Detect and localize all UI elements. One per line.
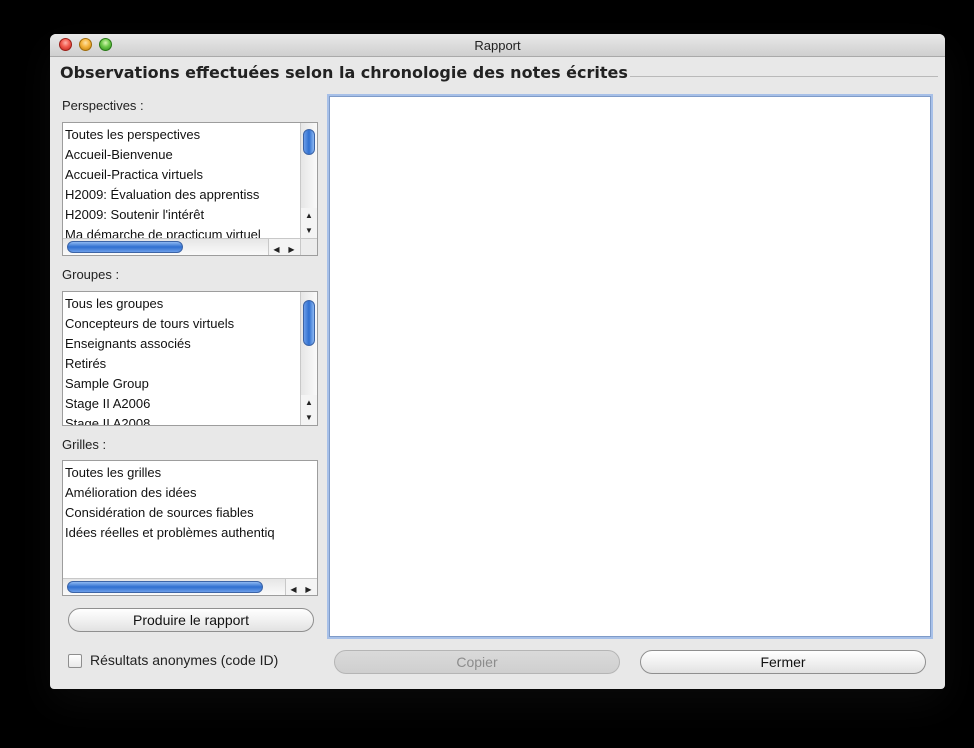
copy-button[interactable]: Copier — [334, 650, 620, 674]
grilles-horizontal-scroll-thumb[interactable] — [67, 581, 263, 593]
grilles-items: Toutes les grilles Amélioration des idée… — [65, 463, 315, 543]
list-item[interactable]: Accueil-Practica virtuels — [65, 165, 297, 185]
grilles-horizontal-scrollbar[interactable] — [63, 578, 317, 595]
grilles-label: Grilles : — [62, 437, 107, 452]
scroll-left-icon[interactable]: ◀ — [286, 582, 301, 595]
groupes-list[interactable]: Tous les groupes Concepteurs de tours vi… — [62, 291, 318, 426]
list-item[interactable]: Toutes les grilles — [65, 463, 315, 483]
perspectives-label: Perspectives : — [62, 98, 144, 113]
list-item[interactable]: Concepteurs de tours virtuels — [65, 314, 297, 334]
groupes-vertical-scroll-thumb[interactable] — [303, 300, 315, 346]
list-item[interactable]: Stage II A2006 — [65, 394, 297, 414]
scroll-up-icon[interactable]: ▲ — [301, 395, 317, 410]
perspectives-items: Toutes les perspectives Accueil-Bienvenu… — [65, 125, 297, 245]
list-item[interactable]: Enseignants associés — [65, 334, 297, 354]
list-item[interactable]: H2009: Soutenir l'intérêt — [65, 205, 297, 225]
title-bar[interactable]: Rapport — [50, 34, 945, 57]
scroll-right-icon[interactable]: ▶ — [284, 242, 299, 255]
produce-report-button[interactable]: Produire le rapport — [68, 608, 314, 632]
list-item[interactable]: Sample Group — [65, 374, 297, 394]
list-item[interactable]: Tous les groupes — [65, 294, 297, 314]
groupes-vertical-arrows[interactable]: ▲ ▼ — [300, 395, 317, 425]
scroll-down-icon[interactable]: ▼ — [301, 410, 317, 425]
report-window: Rapport Observations effectuées selon la… — [50, 34, 945, 689]
perspectives-horizontal-arrows[interactable]: ◀ ▶ — [268, 238, 300, 255]
grilles-list[interactable]: Toutes les grilles Amélioration des idée… — [62, 460, 318, 596]
perspectives-list[interactable]: Toutes les perspectives Accueil-Bienvenu… — [62, 122, 318, 256]
anonymous-results-checkbox[interactable] — [68, 654, 82, 668]
list-item[interactable]: Amélioration des idées — [65, 483, 315, 503]
scroll-right-icon[interactable]: ▶ — [301, 582, 316, 595]
list-item[interactable]: Retirés — [65, 354, 297, 374]
groupes-items: Tous les groupes Concepteurs de tours vi… — [65, 294, 297, 425]
list-item[interactable]: Considération de sources fiables — [65, 503, 315, 523]
perspectives-horizontal-scroll-thumb[interactable] — [67, 241, 183, 253]
list-item[interactable]: H2009: Évaluation des apprentiss — [65, 185, 297, 205]
perspectives-vertical-scroll-thumb[interactable] — [303, 129, 315, 155]
list-item[interactable]: Accueil-Bienvenue — [65, 145, 297, 165]
list-item[interactable]: Stage II A2008 — [65, 414, 297, 425]
perspectives-horizontal-scrollbar[interactable] — [63, 238, 300, 255]
list-item[interactable]: Idées réelles et problèmes authentiq — [65, 523, 315, 543]
scroll-left-icon[interactable]: ◀ — [269, 242, 284, 255]
report-output-area[interactable] — [329, 96, 931, 637]
scroll-corner — [300, 238, 317, 255]
perspectives-vertical-arrows[interactable]: ▲ ▼ — [300, 208, 317, 238]
groupes-label: Groupes : — [62, 267, 120, 282]
list-item[interactable]: Toutes les perspectives — [65, 125, 297, 145]
window-title: Rapport — [474, 38, 521, 53]
scroll-down-icon[interactable]: ▼ — [301, 223, 317, 238]
scroll-up-icon[interactable]: ▲ — [301, 208, 317, 223]
anonymous-results-label: Résultats anonymes (code ID) — [90, 652, 279, 668]
report-heading: Observations effectuées selon la chronol… — [58, 63, 630, 82]
grilles-horizontal-arrows[interactable]: ◀ ▶ — [285, 578, 317, 595]
close-button[interactable]: Fermer — [640, 650, 926, 674]
